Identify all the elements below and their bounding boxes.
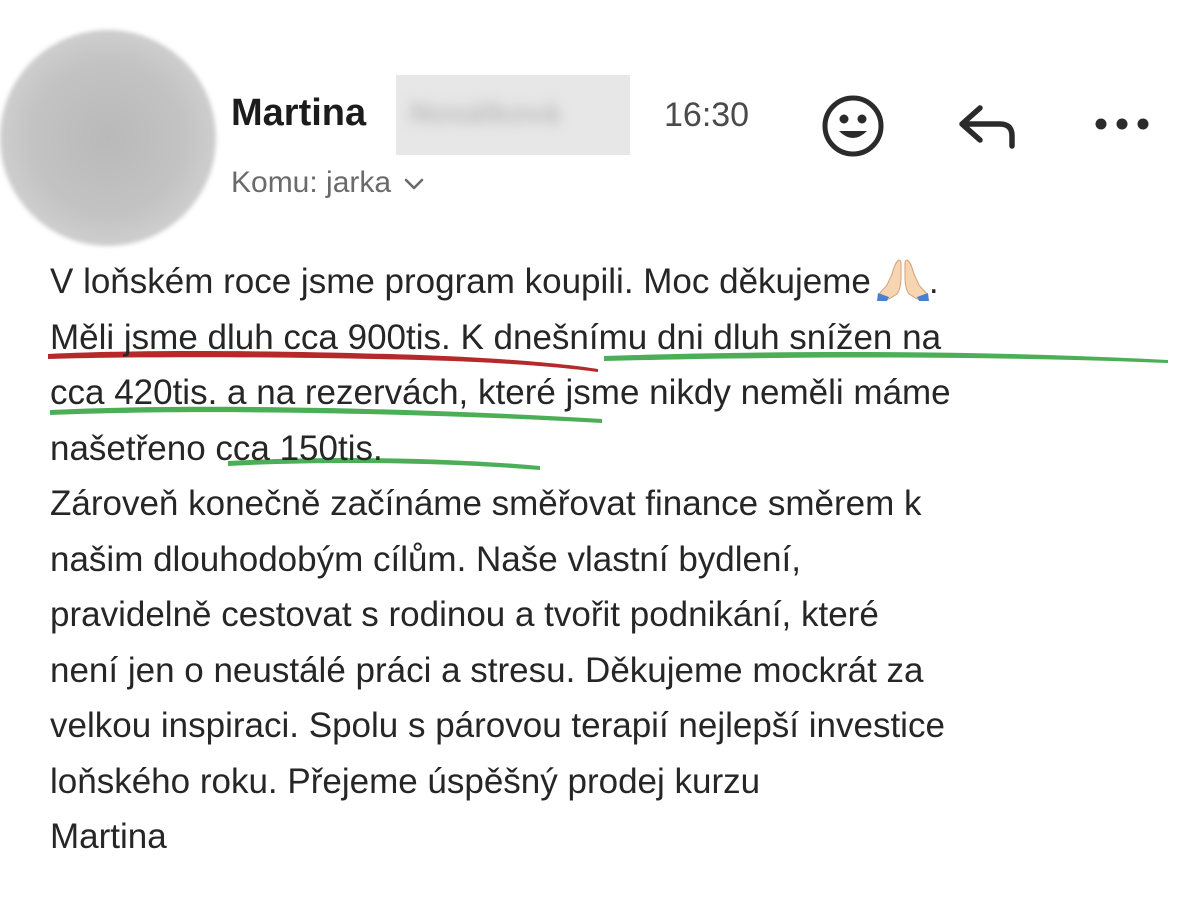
more-options-icon[interactable] — [1092, 112, 1152, 136]
body-line-10: loňského roku. Přejeme úspěšný prodej ku… — [50, 761, 761, 801]
body-line-1: V loňském roce jsme program koupili. Moc… — [50, 254, 1190, 310]
message-time: 16:30 — [664, 96, 750, 134]
body-line-9: velkou inspiraci. Spolu s párovou terapi… — [50, 706, 945, 745]
redacted-surname-text: Nosálková — [410, 97, 561, 130]
sender-name[interactable]: Martina — [231, 88, 366, 138]
signature: Martina — [50, 817, 167, 856]
body-line-7: pravidelně cestovat s rodinou a tvořit p… — [50, 595, 879, 634]
body-line-3: cca 420tis. a na rezervách, které jsme n… — [50, 373, 951, 412]
chevron-down-icon — [404, 178, 424, 190]
emoji-reaction-icon[interactable] — [821, 94, 885, 158]
body-line-4: našetřeno cca 150tis. — [50, 428, 383, 468]
recipient-dropdown[interactable]: Komu: jarka — [231, 161, 425, 205]
body-line-6: našim dlouhodobým cílům. Naše vlastní by… — [50, 539, 801, 579]
body-line-1-end: . — [928, 262, 939, 301]
folded-hands-emoji-icon — [876, 259, 929, 301]
redacted-surname: Nosálková — [396, 75, 630, 155]
body-line-8: není jen o neustálé práci a stresu. Děku… — [50, 650, 924, 690]
body-line-5: Zároveň konečně začínáme směřovat financ… — [50, 484, 922, 523]
reply-icon[interactable] — [956, 100, 1020, 152]
recipient-label: Komu: jarka — [231, 166, 392, 199]
body-line-2: Měli jsme dluh cca 900tis. K dnešnímu dn… — [50, 317, 942, 357]
message-body: V loňském roce jsme program koupili. Moc… — [50, 254, 1190, 865]
body-line-1-text: V loňském roce jsme program koupili. Moc… — [50, 262, 871, 301]
sender-avatar[interactable] — [0, 30, 216, 246]
